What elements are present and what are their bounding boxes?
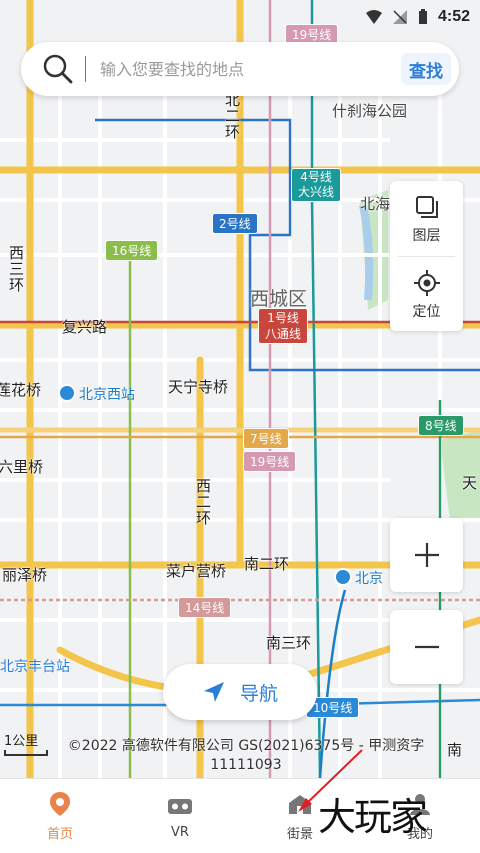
navigation-arrow-icon: [203, 682, 224, 702]
layers-icon: [415, 195, 438, 218]
road-label-xi-san-huan: 西三环: [7, 245, 25, 293]
road-label-fuxing-lu: 复兴路: [62, 318, 108, 336]
locate-crosshair-icon: [413, 269, 440, 296]
location-pin-icon: [50, 791, 70, 816]
road-label-tianningsi-qiao: 天宁寺桥: [168, 378, 229, 396]
metro-badge-16: 16号线: [105, 240, 159, 261]
zoom-in-button[interactable]: [390, 518, 463, 592]
road-label-nan-san-huan: 南三环: [266, 634, 312, 652]
district-label: 西城区: [250, 288, 308, 310]
metro-badge-14: 14号线: [178, 597, 232, 618]
map-tools-panel: 图层 定位: [390, 181, 463, 331]
poi-beihai: 北海: [360, 195, 391, 213]
search-button[interactable]: 查找: [401, 53, 451, 85]
battery-icon: [418, 9, 427, 24]
locate-label: 定位: [412, 303, 441, 320]
station-beijing-south[interactable]: 北京: [334, 568, 383, 588]
train-station-icon: [58, 384, 76, 402]
road-label-nan: 南: [445, 742, 463, 758]
metro-badge-7: 7号线: [243, 428, 289, 449]
metro-badge-2: 2号线: [212, 213, 258, 234]
copyright-text: ©2022 高德软件有限公司 GS(2021)6375号 - 甲测资字11111…: [67, 738, 425, 773]
search-input[interactable]: [100, 59, 401, 79]
tab-street-view-label: 街景: [286, 826, 313, 842]
search-bar[interactable]: 查找: [21, 42, 459, 96]
road-label-nan-er-huan: 南二环: [244, 555, 290, 573]
scale-label: 1公里: [4, 734, 39, 749]
road-label-bei-er-huan: 北二环: [223, 92, 241, 140]
layers-label: 图层: [412, 227, 441, 244]
tab-vr[interactable]: VR: [120, 779, 240, 853]
tab-vr-label: VR: [171, 824, 189, 840]
poi-shichahai: 什刹海公园: [332, 102, 408, 120]
road-label-lianhua-qiao: 莲花桥: [0, 381, 42, 399]
station-beijing-west[interactable]: 北京西站: [58, 384, 135, 404]
status-time: 4:52: [437, 8, 470, 25]
wifi-icon: [365, 10, 382, 24]
search-divider: [85, 56, 86, 82]
navigate-button[interactable]: 导航: [163, 664, 317, 720]
station-fengtai[interactable]: 北京丰台站: [0, 656, 70, 676]
road-label-tian: 天: [462, 474, 478, 492]
road-label-xi-er-huan: 西二环: [194, 478, 212, 526]
minus-icon: [414, 645, 439, 649]
road-label-caihuying-qiao: 菜户营桥: [166, 562, 227, 580]
status-bar: 4:52: [340, 0, 480, 34]
road-label-lize-qiao: 丽泽桥: [2, 566, 48, 584]
search-icon: [43, 54, 73, 84]
tab-home[interactable]: 首页: [0, 779, 120, 853]
locate-button[interactable]: 定位: [390, 257, 463, 332]
zoom-out-button[interactable]: [390, 610, 463, 684]
train-station-icon: [334, 568, 352, 586]
road-label-liulihuo-qiao: 六里桥: [0, 458, 44, 476]
navigate-label: 导航: [239, 682, 278, 705]
metro-badge-4: 4号线 大兴线: [291, 168, 342, 202]
watermark-text: 大玩家: [318, 795, 428, 839]
signal-icon: [392, 10, 407, 24]
map-scale: 1公里: [4, 730, 48, 756]
metro-badge-19b: 19号线: [243, 451, 297, 472]
layers-button[interactable]: 图层: [390, 181, 463, 256]
vr-headset-icon: [168, 798, 192, 814]
metro-badge-8: 8号线: [418, 415, 464, 436]
scale-bar: [4, 750, 48, 756]
metro-badge-1: 1号线 八通线: [258, 308, 309, 344]
tab-home-label: 首页: [46, 826, 73, 842]
plus-icon: [414, 543, 439, 567]
